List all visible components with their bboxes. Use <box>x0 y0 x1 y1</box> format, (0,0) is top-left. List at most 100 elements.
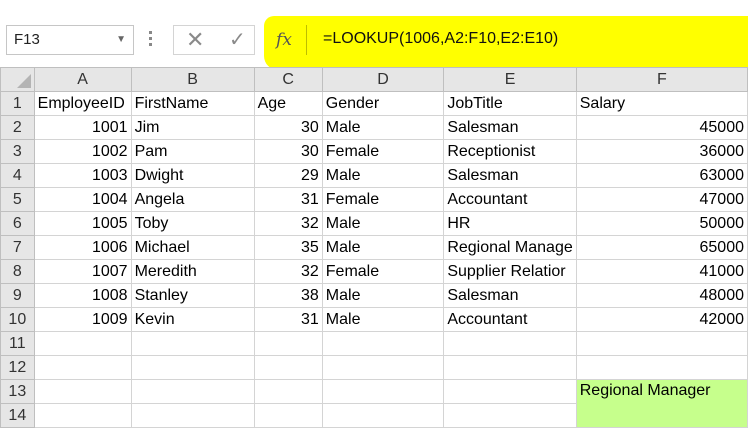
name-box[interactable]: F13 ▼ <box>6 25 134 55</box>
cell-a4[interactable]: 1003 <box>33 163 132 188</box>
cell-b10[interactable]: Kevin <box>130 307 255 332</box>
cell-e7[interactable]: Regional Manage <box>443 235 577 260</box>
cell-c8[interactable]: 32 <box>253 259 323 284</box>
cell-d13[interactable] <box>321 379 445 404</box>
row-header[interactable]: 3 <box>0 139 35 164</box>
cell-f13-result[interactable]: Regional Manager <box>575 379 748 428</box>
drag-handle-icon[interactable] <box>147 29 153 49</box>
cell-d7[interactable]: Male <box>321 235 445 260</box>
cell-e5[interactable]: Accountant <box>443 187 577 212</box>
cell-e14[interactable] <box>443 403 577 428</box>
row-header[interactable]: 14 <box>0 403 35 428</box>
cell-f9[interactable]: 48000 <box>575 283 748 308</box>
cancel-icon[interactable]: ✕ <box>186 28 204 52</box>
cell-a13[interactable] <box>33 379 132 404</box>
column-header-a[interactable]: A <box>33 67 132 92</box>
cell-d4[interactable]: Male <box>321 163 445 188</box>
row-header[interactable]: 12 <box>0 355 35 380</box>
cell-f2[interactable]: 45000 <box>575 115 748 140</box>
cell-a12[interactable] <box>33 355 132 380</box>
cell-e1[interactable]: JobTitle <box>443 91 577 116</box>
row-header[interactable]: 7 <box>0 235 35 260</box>
row-header[interactable]: 13 <box>0 379 35 404</box>
cell-c12[interactable] <box>253 355 323 380</box>
cell-c5[interactable]: 31 <box>253 187 323 212</box>
cell-e11[interactable] <box>443 331 577 356</box>
cell-d9[interactable]: Male <box>321 283 445 308</box>
cell-a2[interactable]: 1001 <box>33 115 132 140</box>
cell-b9[interactable]: Stanley <box>130 283 255 308</box>
cell-f7[interactable]: 65000 <box>575 235 748 260</box>
cell-e6[interactable]: HR <box>443 211 577 236</box>
row-header[interactable]: 6 <box>0 211 35 236</box>
cell-f3[interactable]: 36000 <box>575 139 748 164</box>
cell-f6[interactable]: 50000 <box>575 211 748 236</box>
row-header[interactable]: 10 <box>0 307 35 332</box>
cell-a8[interactable]: 1007 <box>33 259 132 284</box>
cell-a11[interactable] <box>33 331 132 356</box>
row-header[interactable]: 5 <box>0 187 35 212</box>
cell-d8[interactable]: Female <box>321 259 445 284</box>
column-header-e[interactable]: E <box>443 67 577 92</box>
column-header-c[interactable]: C <box>253 67 323 92</box>
cell-a14[interactable] <box>33 403 132 428</box>
cell-a7[interactable]: 1006 <box>33 235 132 260</box>
cell-c9[interactable]: 38 <box>253 283 323 308</box>
cell-b14[interactable] <box>130 403 255 428</box>
cell-e3[interactable]: Receptionist <box>443 139 577 164</box>
cell-c11[interactable] <box>253 331 323 356</box>
cell-b7[interactable]: Michael <box>130 235 255 260</box>
column-header-b[interactable]: B <box>130 67 255 92</box>
row-header[interactable]: 9 <box>0 283 35 308</box>
cell-d11[interactable] <box>321 331 445 356</box>
cell-a5[interactable]: 1004 <box>33 187 132 212</box>
confirm-icon[interactable]: ✓ <box>229 28 246 52</box>
cell-b11[interactable] <box>130 331 255 356</box>
cell-b8[interactable]: Meredith <box>130 259 255 284</box>
cell-b4[interactable]: Dwight <box>130 163 255 188</box>
cell-d1[interactable]: Gender <box>321 91 445 116</box>
cell-b1[interactable]: FirstName <box>130 91 255 116</box>
cell-c13[interactable] <box>253 379 323 404</box>
cell-d10[interactable]: Male <box>321 307 445 332</box>
formula-input[interactable]: =LOOKUP(1006,A2:F10,E2:E10) <box>323 30 558 48</box>
cell-b5[interactable]: Angela <box>130 187 255 212</box>
cell-e8[interactable]: Supplier Relatior <box>443 259 577 284</box>
insert-function-icon[interactable]: fx <box>270 28 298 54</box>
cell-c4[interactable]: 29 <box>253 163 323 188</box>
row-header[interactable]: 8 <box>0 259 35 284</box>
cell-c10[interactable]: 31 <box>253 307 323 332</box>
cell-e2[interactable]: Salesman <box>443 115 577 140</box>
select-all-corner[interactable] <box>0 67 35 92</box>
cell-d6[interactable]: Male <box>321 211 445 236</box>
cell-f4[interactable]: 63000 <box>575 163 748 188</box>
column-header-d[interactable]: D <box>321 67 445 92</box>
row-header[interactable]: 2 <box>0 115 35 140</box>
cell-a3[interactable]: 1002 <box>33 139 132 164</box>
cell-b3[interactable]: Pam <box>130 139 255 164</box>
cell-b6[interactable]: Toby <box>130 211 255 236</box>
cell-b12[interactable] <box>130 355 255 380</box>
cell-f1[interactable]: Salary <box>575 91 748 116</box>
cell-c3[interactable]: 30 <box>253 139 323 164</box>
cell-e13[interactable] <box>443 379 577 404</box>
cell-c14[interactable] <box>253 403 323 428</box>
cell-d5[interactable]: Female <box>321 187 445 212</box>
column-header-f[interactable]: F <box>575 67 748 92</box>
cell-f11[interactable] <box>575 331 748 356</box>
cell-a9[interactable]: 1008 <box>33 283 132 308</box>
cell-e4[interactable]: Salesman <box>443 163 577 188</box>
cell-f5[interactable]: 47000 <box>575 187 748 212</box>
row-header[interactable]: 1 <box>0 91 35 116</box>
cell-f12[interactable] <box>575 355 748 380</box>
cell-b2[interactable]: Jim <box>130 115 255 140</box>
cell-d12[interactable] <box>321 355 445 380</box>
cell-e12[interactable] <box>443 355 577 380</box>
cell-d14[interactable] <box>321 403 445 428</box>
cell-f8[interactable]: 41000 <box>575 259 748 284</box>
cell-a1[interactable]: EmployeeID <box>33 91 132 116</box>
cell-c1[interactable]: Age <box>253 91 323 116</box>
cell-a6[interactable]: 1005 <box>33 211 132 236</box>
cell-f10[interactable]: 42000 <box>575 307 748 332</box>
row-header[interactable]: 11 <box>0 331 35 356</box>
